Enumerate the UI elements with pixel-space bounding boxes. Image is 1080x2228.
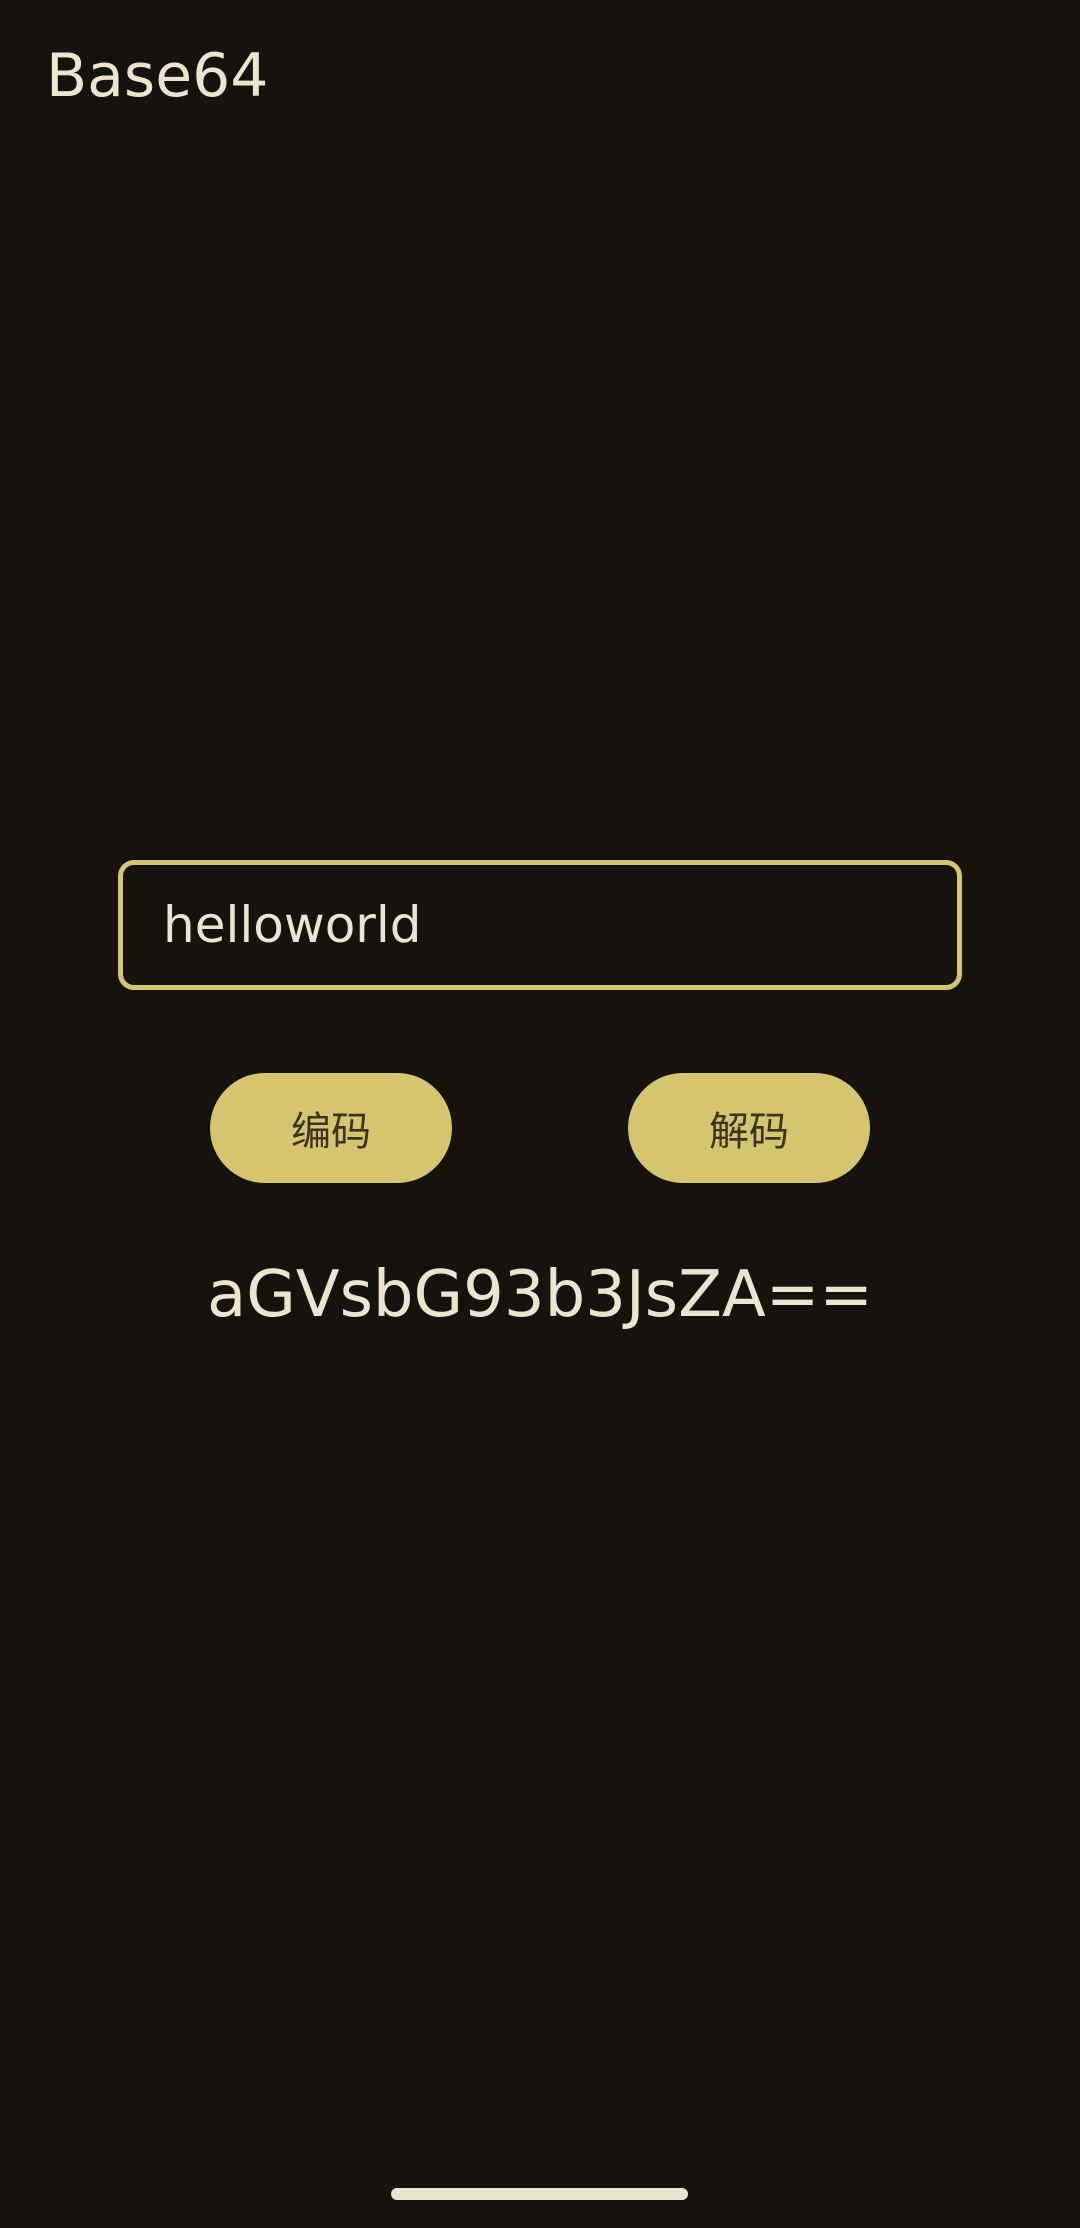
home-indicator[interactable]	[391, 2188, 688, 2200]
decode-button[interactable]: 解码	[628, 1073, 870, 1183]
encode-button[interactable]: 编码	[210, 1073, 452, 1183]
text-input-field[interactable]: helloworld	[118, 860, 962, 990]
encode-button-label: 编码	[291, 1109, 371, 1155]
decode-button-label: 解码	[709, 1109, 789, 1155]
result-text: aGVsbG93b3JsZA==	[206, 1258, 874, 1332]
app-title: Base64	[46, 41, 269, 111]
text-input-value[interactable]: helloworld	[163, 895, 422, 955]
